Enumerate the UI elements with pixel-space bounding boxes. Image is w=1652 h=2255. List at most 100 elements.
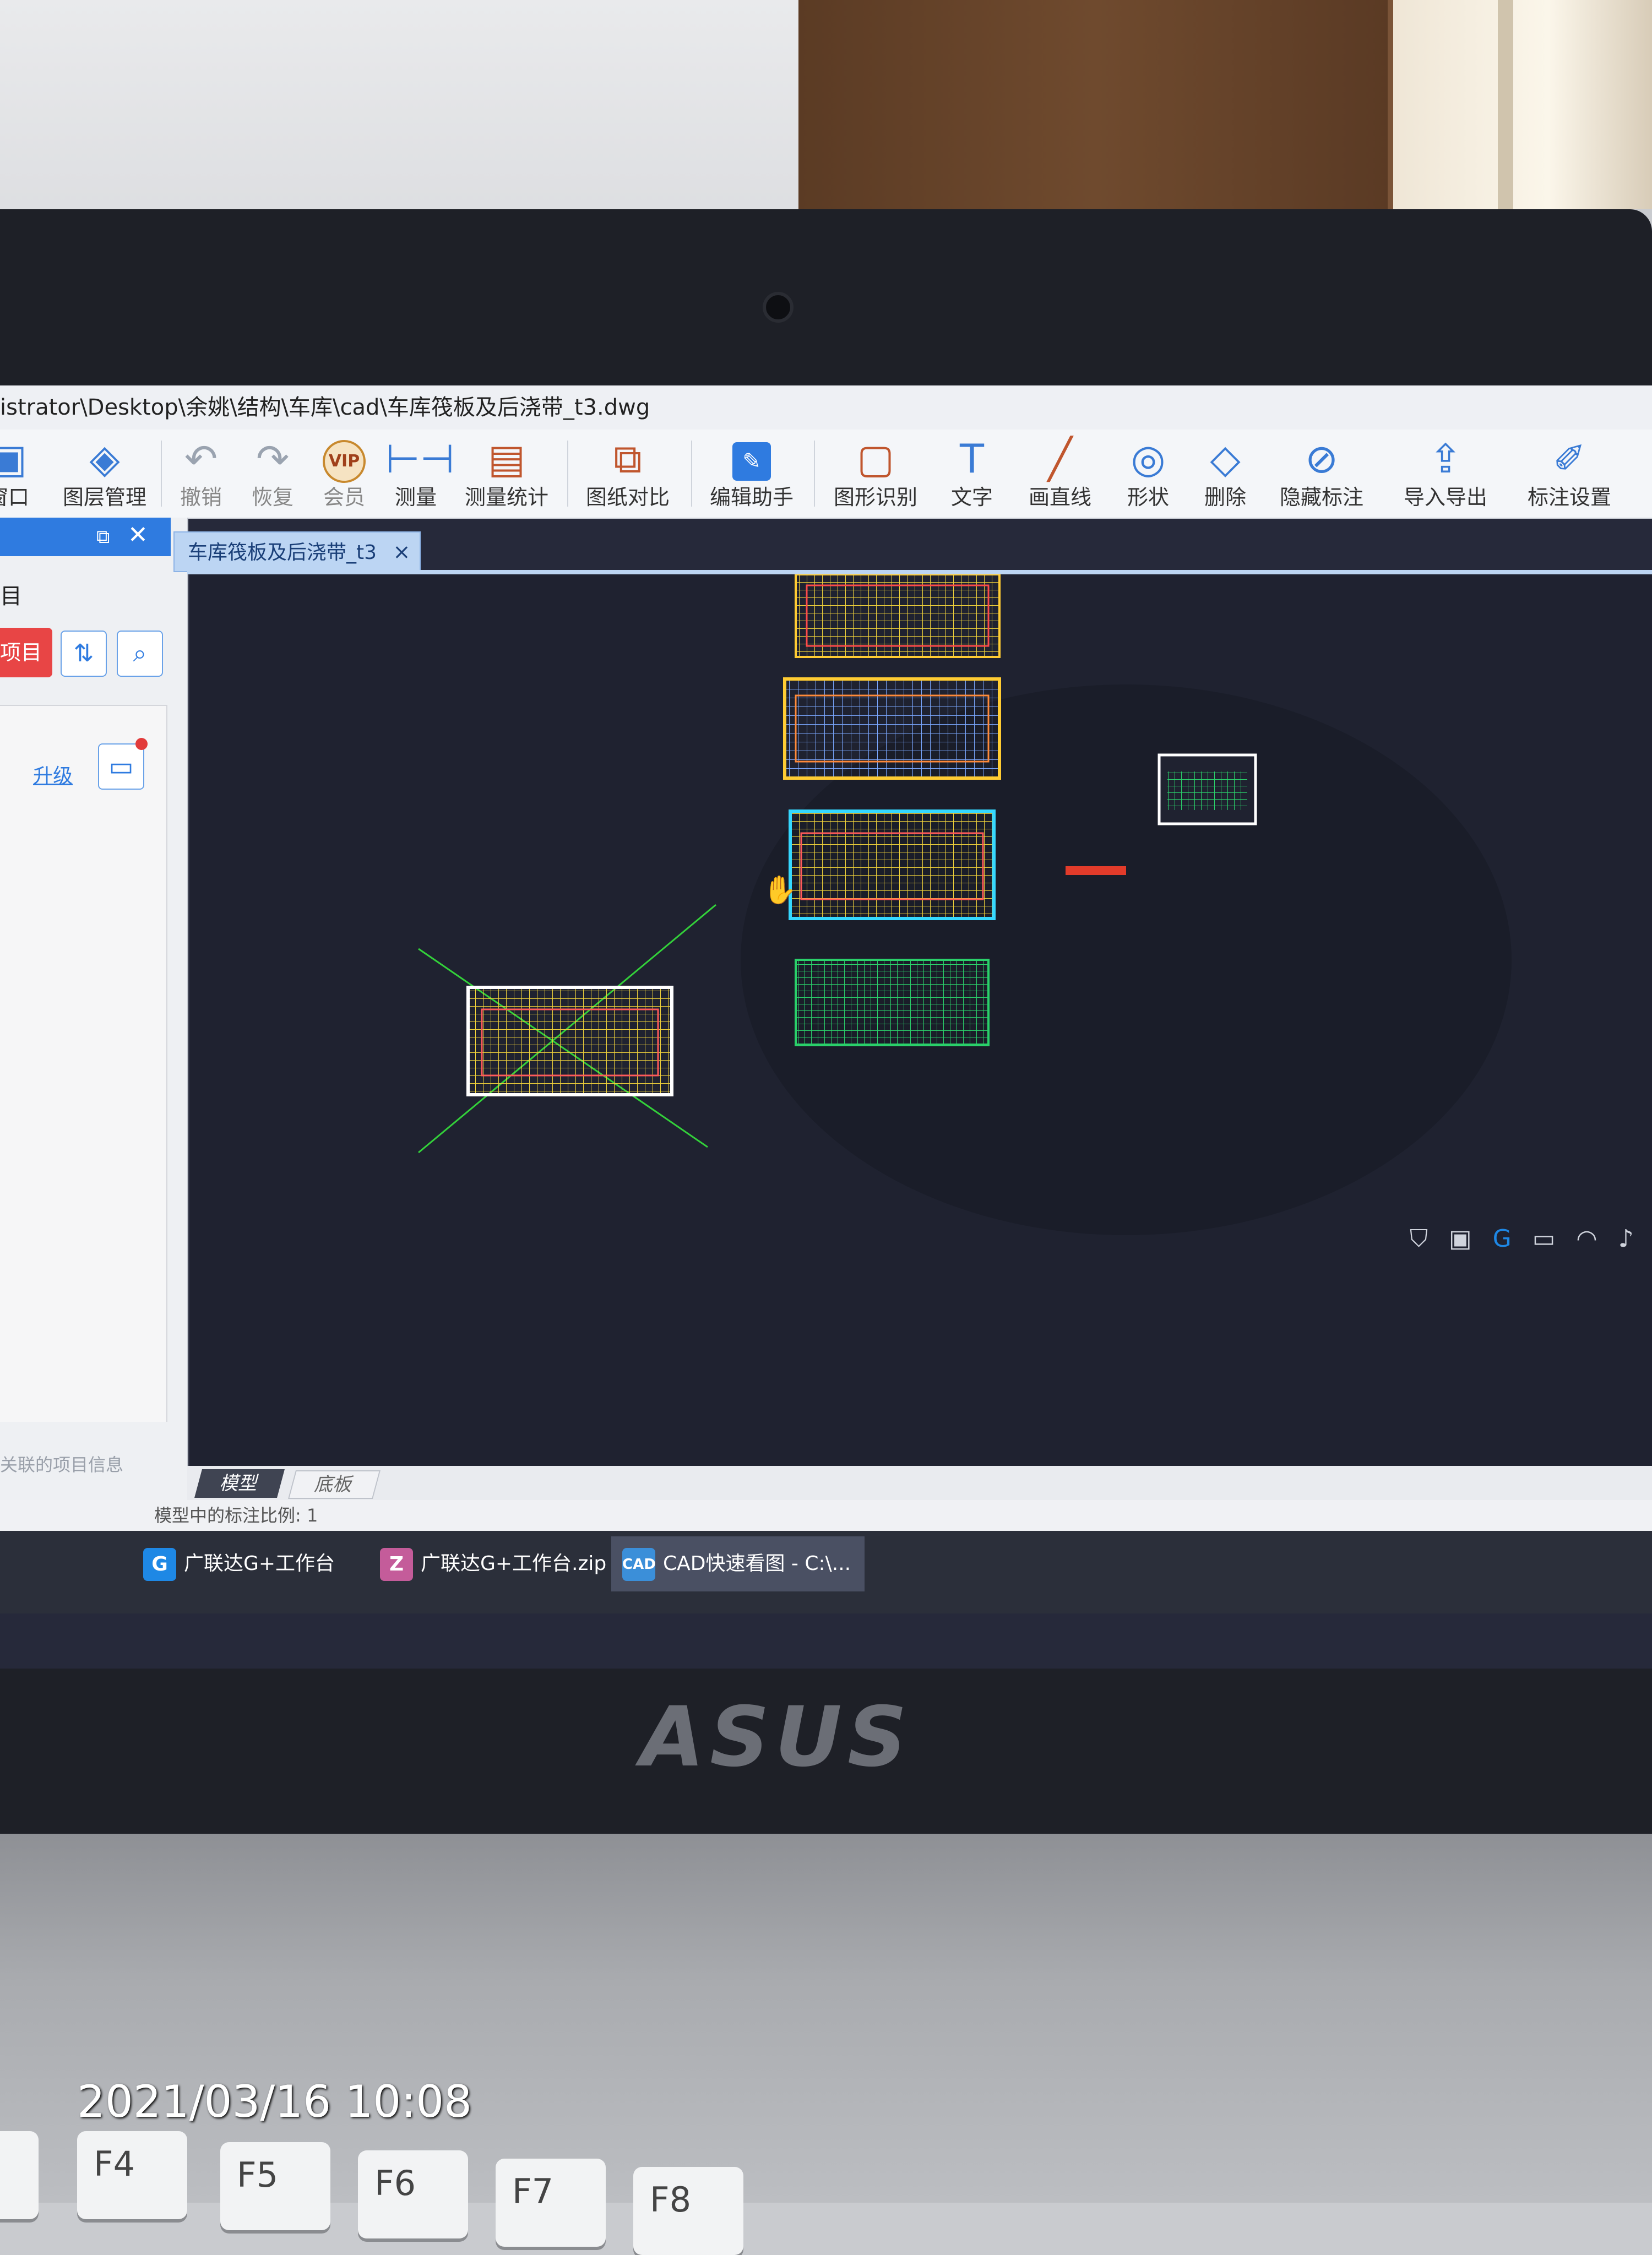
linked-project-info: 关联的项目信息: [0, 1454, 124, 1475]
toolbar-shape-recognition-button[interactable]: ▢ 图形识别: [829, 434, 922, 517]
toolbar-window-button[interactable]: ▣ 窗口: [0, 434, 39, 517]
cad-viewer-icon: CAD: [622, 1548, 656, 1581]
toolbar-layers-button[interactable]: ◈ 图层管理: [61, 434, 149, 517]
toolbar-line-button[interactable]: ╱ 画直线: [1021, 434, 1099, 517]
tab-strip: [187, 570, 1652, 574]
annotation-scale-text: 模型中的标注比例: 1: [154, 1505, 318, 1526]
battery-icon[interactable]: ▭: [1533, 1225, 1556, 1253]
search-icon[interactable]: ⌕: [117, 631, 163, 677]
shapes-icon: ◎: [1131, 436, 1166, 482]
upgrade-link[interactable]: 升级: [33, 760, 73, 789]
taskbar-item-cad-viewer[interactable]: CAD CAD快速看图 - C:\...: [611, 1536, 865, 1591]
system-tray: ⛉ ▣ G ▭ ◠ ♪: [1410, 1220, 1634, 1258]
main-toolbar: ▣ 窗口 ◈ 图层管理 ↶ 撤销 ↷ 恢复 VIP 会员 ⊢⊣ 测量 ▤ 测量统…: [0, 430, 1652, 519]
left-panel: ⧉ ✕ 目 项目 ⇅ ⌕ 升级 ▭ 关联的项目信息: [0, 518, 188, 1503]
wall-background: [0, 0, 798, 242]
toolbar-compare-button[interactable]: ⧉ 图纸对比: [584, 434, 672, 517]
glodon-g-icon: G: [143, 1548, 176, 1581]
toolbar-annotation-settings-button[interactable]: ✐ 标注设置: [1523, 434, 1616, 517]
drawing-canvas[interactable]: ✋: [190, 573, 1652, 1499]
document-tab-close-icon[interactable]: ×: [383, 540, 410, 564]
toolbar-edit-assistant-button[interactable]: ✎ 编辑助手: [708, 434, 796, 517]
eye-hide-icon: ⊘: [1305, 436, 1339, 482]
volume-icon[interactable]: ♪: [1618, 1225, 1634, 1253]
tab-base[interactable]: 底板: [288, 1470, 381, 1499]
document-tab[interactable]: 车库筏板及后浇带_t3 ×: [173, 531, 421, 572]
restore-icon[interactable]: ⧉: [96, 526, 118, 548]
toolbar-undo-button[interactable]: ↶ 撤销: [171, 434, 231, 517]
toolbar-delete-button[interactable]: ◇ 删除: [1192, 434, 1258, 517]
key-f8[interactable]: F8: [633, 2167, 743, 2255]
plan-right: [1158, 753, 1257, 825]
toolbar-text-button[interactable]: T 文字: [939, 434, 1005, 517]
toolbar-separator: [567, 441, 568, 507]
project-card: [0, 705, 167, 1422]
webcam: [763, 292, 794, 323]
measure-stats-icon: ▤: [487, 436, 526, 482]
folder-icon[interactable]: ▭: [98, 743, 144, 790]
toolbar-shapes-button[interactable]: ◎ 形状: [1115, 434, 1181, 517]
toolbar-separator: [691, 441, 692, 507]
plan-third: [789, 809, 996, 920]
undo-icon: ↶: [184, 436, 218, 482]
key-3[interactable]: 3: [0, 2131, 39, 2219]
window-title-bar: istrator\Desktop\余姚\结构\车库\cad\车库筏板及后浇带_t…: [0, 385, 1652, 430]
window-frame: [1498, 0, 1513, 209]
room-window: [1393, 0, 1652, 209]
plan-second: [783, 677, 1001, 780]
glodon-tray-icon[interactable]: G: [1493, 1225, 1512, 1253]
panel-title: 目: [0, 584, 22, 609]
window-title: istrator\Desktop\余姚\结构\车库\cad\车库筏板及后浇带_t…: [0, 395, 650, 420]
close-icon[interactable]: ✕: [128, 523, 150, 547]
toolbar-measure-stats-button[interactable]: ▤ 测量统计: [463, 434, 551, 517]
toolbar-hide-annotation-button[interactable]: ⊘ 隐藏标注: [1275, 434, 1368, 517]
toolbar-redo-button[interactable]: ↷ 恢复: [242, 434, 303, 517]
photo-timestamp: 2021/03/16 10:08: [77, 2076, 472, 2127]
display-icon[interactable]: ▣: [1449, 1225, 1472, 1253]
status-bar: 模型中的标注比例: 1: [0, 1500, 1652, 1531]
shield-icon[interactable]: ⛉: [1410, 1225, 1428, 1253]
notification-dot: [135, 738, 148, 750]
key-f6[interactable]: F6: [358, 2150, 468, 2238]
laptop-brand-logo: ASUS: [640, 1689, 912, 1785]
edit-assistant-icon: ✎: [708, 434, 796, 483]
plan-bottom: [795, 959, 990, 1046]
archive-icon: Z: [380, 1548, 413, 1581]
laptop-screen: istrator\Desktop\余姚\结构\车库\cad\车库筏板及后浇带_t…: [0, 385, 1652, 1669]
plan-left: [418, 904, 716, 1154]
hand-cursor-icon: ✋: [763, 874, 797, 906]
project-button[interactable]: 项目: [0, 628, 52, 677]
text-icon: T: [960, 436, 984, 482]
document-tab-label: 车库筏板及后浇带_t3: [188, 541, 377, 564]
toolbar-import-export-button[interactable]: ⇪ 导入导出: [1399, 434, 1492, 517]
key-f7[interactable]: F7: [496, 2159, 606, 2247]
toolbar-separator: [161, 441, 162, 507]
annotation-settings-icon: ✐: [1552, 436, 1586, 482]
import-export-icon: ⇪: [1428, 436, 1463, 482]
toolbar-separator: [814, 441, 815, 507]
plan-top: [795, 573, 1001, 658]
key-f4[interactable]: F4: [77, 2131, 187, 2219]
taskbar: G 广联达G+工作台 Z 广联达G+工作台.zip CAD CAD快速看图 - C:\…: [0, 1531, 1652, 1613]
taskbar-item-glodon-workbench[interactable]: G 广联达G+工作台: [132, 1536, 374, 1591]
key-f5[interactable]: F5: [220, 2142, 330, 2230]
tab-model[interactable]: 模型: [194, 1469, 285, 1498]
line-icon: ╱: [1048, 436, 1072, 482]
ruler-icon: ⊢⊣: [385, 436, 455, 482]
door-background: [798, 0, 1393, 220]
layers-icon: ◈: [89, 436, 120, 482]
taskbar-item-zip-archive[interactable]: Z 广联达G+工作台.zip: [369, 1536, 633, 1591]
cad-drawing: ✋: [418, 573, 1512, 1235]
panel-header: ⧉ ✕: [0, 518, 171, 556]
eraser-icon: ◇: [1210, 436, 1241, 482]
compare-icon: ⧉: [613, 436, 642, 482]
shape-recognition-icon: ▢: [856, 436, 895, 482]
vip-icon: VIP: [314, 434, 374, 483]
redo-icon: ↷: [256, 436, 290, 482]
toolbar-measure-button[interactable]: ⊢⊣ 测量: [385, 434, 455, 517]
wifi-icon[interactable]: ◠: [1576, 1225, 1597, 1253]
sync-icon[interactable]: ⇅: [61, 631, 107, 677]
window-icon: ▣: [0, 436, 28, 482]
toolbar-vip-button[interactable]: VIP 会员: [314, 434, 374, 517]
red-marker: [1066, 866, 1126, 875]
